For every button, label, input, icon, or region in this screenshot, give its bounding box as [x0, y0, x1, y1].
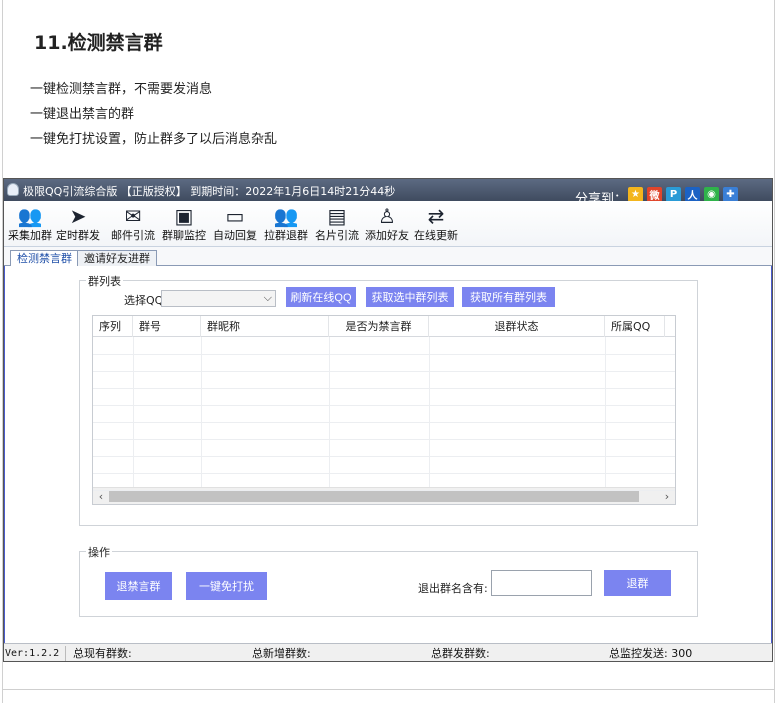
mute-all-button[interactable]: 一键免打扰 [186, 572, 267, 600]
table-row-line [93, 439, 675, 440]
toolbar-item-label: 自动回复 [213, 229, 257, 242]
table-header: 序列 群号 群昵称 是否为禁言群 退群状态 所属QQ [93, 316, 675, 337]
exit-name-input[interactable] [491, 570, 592, 596]
table-row-line [93, 388, 675, 389]
column-header[interactable]: 序列 [93, 316, 133, 337]
status-divider [65, 646, 66, 661]
column-header[interactable]: 群号 [133, 316, 201, 337]
table-column-line [133, 337, 134, 487]
toolbar-item-label: 在线更新 [414, 229, 458, 242]
toolbar-item-label: 邮件引流 [111, 229, 155, 242]
mail-icon: ✉ [124, 204, 142, 228]
title-bar[interactable]: 极限QQ引流综合版 【正版授权】 到期时间：2022年1月6日14时21分44秒… [4, 179, 772, 207]
refresh-online-qq-button[interactable]: 刷新在线QQ [286, 287, 356, 307]
toolbar-item-label: 采集加群 [8, 229, 52, 242]
feature-line: 一键免打扰设置，防止群多了以后消息杂乱 [30, 132, 278, 147]
tqq-icon[interactable]: ✚ [723, 187, 738, 202]
window-title: 极限QQ引流综合版 【正版授权】 到期时间：2022年1月6日14时21分44秒 [23, 185, 396, 198]
table-column-line [201, 337, 202, 487]
get-selected-groups-button[interactable]: 获取选中群列表 [366, 287, 454, 307]
toolbar-item-2[interactable]: ➤ 定时群发 [52, 203, 104, 243]
exit-muted-groups-button[interactable]: 退禁言群 [105, 572, 172, 600]
get-all-groups-button[interactable]: 获取所有群列表 [462, 287, 555, 307]
monitor-sent-label: 总监控发送: 300 [609, 647, 693, 660]
weibo-icon[interactable]: 微 [647, 187, 662, 202]
qq-select[interactable]: ⌵ [161, 290, 276, 307]
feature-line: 一键退出禁言的群 [30, 107, 135, 122]
table-row-line [93, 473, 675, 474]
table-row-line [93, 422, 675, 423]
scrollbar-thumb[interactable] [109, 491, 639, 502]
article-title: 11.检测禁言群 [34, 32, 163, 54]
version-label: Ver:1.2.2 [5, 648, 60, 659]
add-friend-icon: ♙ [378, 204, 396, 228]
toolbar-item-label: 名片引流 [315, 229, 359, 242]
collect-groups-icon: 👥 [17, 204, 43, 228]
operations-title: 操作 [86, 544, 112, 560]
group-list-title: 群列表 [86, 273, 123, 289]
wechat-icon[interactable]: ◉ [704, 187, 719, 202]
exit-group-button[interactable]: 退群 [604, 570, 671, 596]
table-row-line [93, 490, 675, 491]
column-header[interactable]: 退群状态 [429, 316, 605, 337]
main-toolbar: 👥 采集加群 ➤ 定时群发 ✉ 邮件引流 ▣ 群聊监控 ▭ 自动回复 👥 拉群退群 ▤ 名片引流 ♙ 添加好友… [4, 201, 772, 247]
table-row-line [93, 354, 675, 355]
group-list-panel: 群列表 选择QQ: ⌵ 刷新在线QQ 获取选中群列表 获取所有群列表 序列 群号群… [79, 273, 698, 526]
table-row-line [93, 371, 675, 372]
table-row-line [93, 456, 675, 457]
group-table[interactable]: 序列 群号 群昵称 是否为禁言群 退群状态 所属QQ ‹ › [92, 315, 676, 505]
qzone-icon[interactable]: ★ [628, 187, 643, 202]
toolbar-item-label: 定时群发 [56, 229, 100, 242]
operations-panel: 操作 退禁言群 一键免打扰 退出群名含有: 退群 [79, 544, 698, 617]
total-groups-label: 总现有群数: [73, 647, 132, 660]
tab-check-muted[interactable]: 检测禁言群 [10, 250, 79, 267]
toolbar-item-1[interactable]: 👥 采集加群 [4, 203, 56, 243]
toolbar-item-label: 添加好友 [365, 229, 409, 242]
tab-content: 群列表 选择QQ: ⌵ 刷新在线QQ 获取选中群列表 获取所有群列表 序列 群号群… [4, 266, 772, 643]
divider [2, 689, 775, 690]
table-column-line [605, 337, 606, 487]
table-column-line [429, 337, 430, 487]
table-row-line [93, 405, 675, 406]
chevron-down-icon: ⌵ [263, 291, 272, 304]
sent-groups-label: 总群发群数: [431, 647, 490, 660]
table-column-line [329, 337, 330, 487]
tab-invite-friends[interactable]: 邀请好友进群 [77, 250, 157, 266]
monitor-icon: ▣ [174, 204, 194, 228]
column-header[interactable]: 所属QQ [605, 316, 665, 337]
status-bar: Ver:1.2.2 总现有群数: 总新增群数: 总群发群数: 总监控发送: 30… [4, 643, 772, 661]
toolbar-item-9[interactable]: ⇄ 在线更新 [410, 203, 462, 243]
renren-icon[interactable]: 人 [685, 187, 700, 202]
name-card-icon: ▤ [327, 204, 347, 228]
column-header[interactable]: 群昵称 [201, 316, 329, 337]
feature-line: 一键检测禁言群，不需要发消息 [30, 82, 213, 97]
new-groups-label: 总新增群数: [252, 647, 311, 660]
toolbar-item-label: 拉群退群 [264, 229, 308, 242]
auto-reply-icon: ▭ [225, 204, 245, 228]
column-header[interactable]: 是否为禁言群 [329, 316, 429, 337]
toolbar-item-6[interactable]: 👥 拉群退群 [260, 203, 312, 243]
paper-plane-icon: ➤ [69, 204, 87, 228]
refresh-update-icon: ⇄ [427, 204, 445, 228]
toolbar-item-4[interactable]: ▣ 群聊监控 [158, 203, 210, 243]
share-icons: ★ 微 P 人 ◉ ✚ [628, 187, 738, 202]
tab-bar: 检测禁言群 邀请好友进群 [4, 247, 772, 267]
exit-name-contains-label: 退出群名含有: [418, 582, 488, 595]
app-window: 极限QQ引流综合版 【正版授权】 到期时间：2022年1月6日14时21分44秒… [3, 178, 773, 662]
toolbar-item-7[interactable]: ▤ 名片引流 [311, 203, 363, 243]
feature-list: 一键检测禁言群，不需要发消息 一键退出禁言的群 一键免打扰设置，防止群多了以后消… [30, 81, 277, 156]
toolbar-item-8[interactable]: ♙ 添加好友 [361, 203, 413, 243]
app-logo-icon [7, 183, 19, 196]
toolbar-item-5[interactable]: ▭ 自动回复 [209, 203, 261, 243]
pull-exit-group-icon: 👥 [273, 204, 299, 228]
toolbar-item-label: 群聊监控 [162, 229, 206, 242]
pengyou-icon[interactable]: P [666, 187, 681, 202]
toolbar-item-3[interactable]: ✉ 邮件引流 [107, 203, 159, 243]
